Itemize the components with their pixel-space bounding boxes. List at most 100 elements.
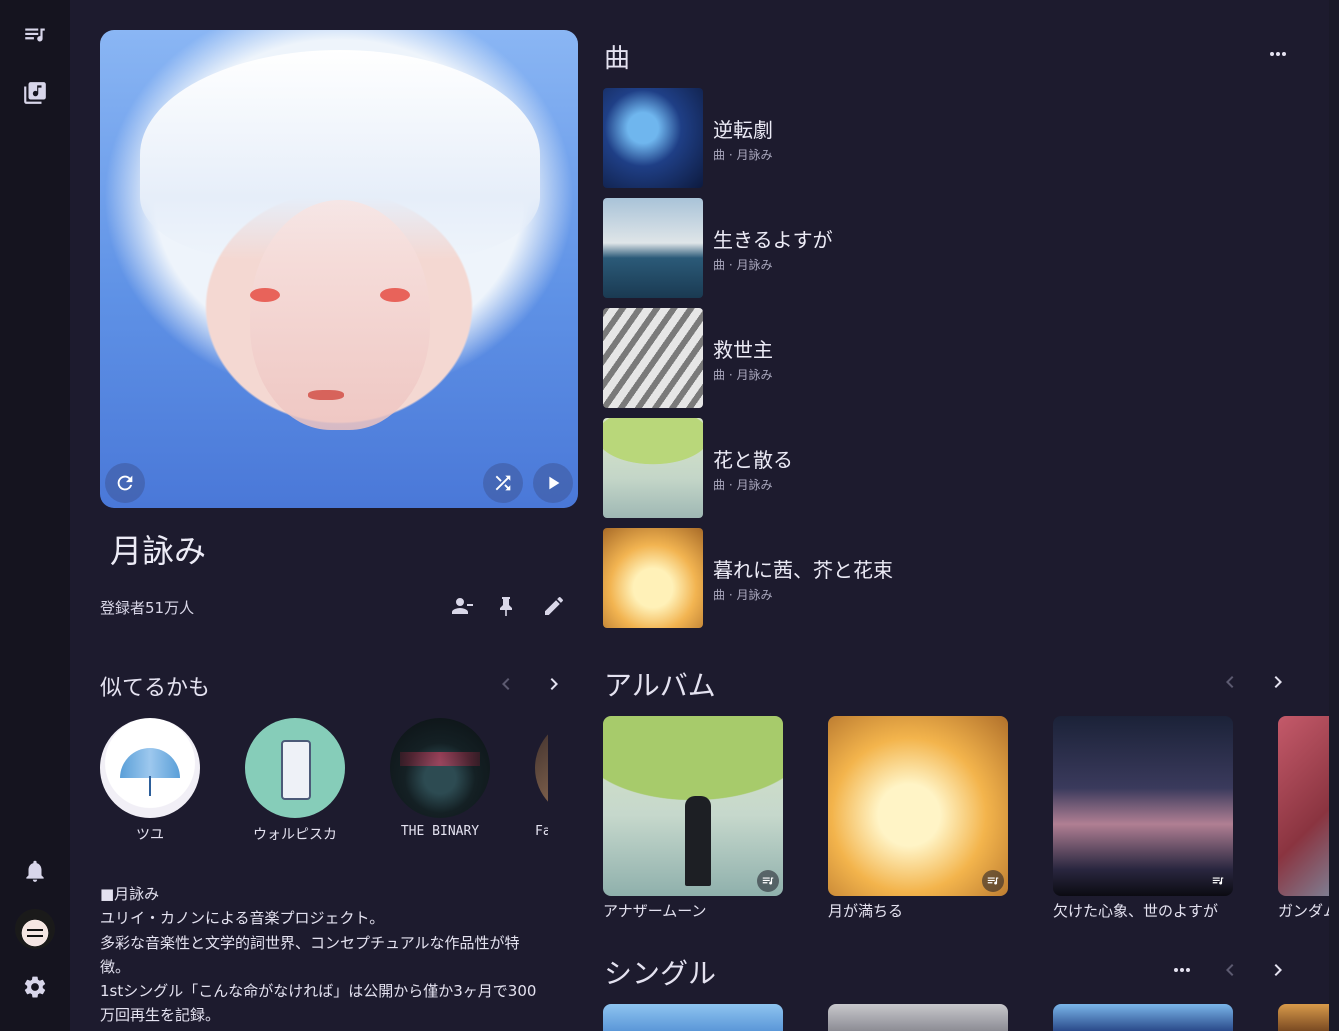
- edit-icon: [545, 596, 564, 615]
- similar-artist-item[interactable]: THE BINARY: [390, 718, 490, 839]
- artwork-mouth: [308, 390, 344, 400]
- similar-artist-avatar: [390, 718, 490, 818]
- umbrella-icon: [120, 748, 180, 778]
- singles-next-button[interactable]: [1266, 958, 1290, 982]
- singles-prev-button[interactable]: [1218, 958, 1242, 982]
- songs-more-button[interactable]: [1266, 42, 1290, 66]
- milk-carton-icon: [281, 740, 311, 800]
- description-line: 1stシングル「こんな命がなければ」は公開から僅か3ヶ月で300: [100, 982, 537, 1001]
- avatar[interactable]: [15, 909, 55, 949]
- song-row[interactable]: 逆転劇 曲 · 月詠み: [603, 88, 1263, 188]
- album-title: 月が満ちる: [828, 902, 904, 920]
- album-card[interactable]: 欠けた心象、世のよすが: [1053, 716, 1233, 921]
- artwork-eye-right: [380, 288, 410, 302]
- similar-artist-avatar: [245, 718, 345, 818]
- songs-title: 曲: [604, 44, 631, 74]
- song-title: 逆転劇: [713, 118, 773, 142]
- chevron-left-icon: [1226, 676, 1234, 688]
- artist-artwork: [100, 30, 578, 508]
- artist-page: 月詠み 登録者51万人 似てるかも ツユ ウォルピスカ THE BINARY F…: [70, 0, 1339, 1031]
- refresh-icon: [117, 475, 133, 491]
- description-line: 徴。: [100, 957, 131, 976]
- album-art: [1278, 716, 1332, 896]
- edit-button[interactable]: [542, 594, 566, 618]
- song-subtitle: 曲 · 月詠み: [713, 258, 773, 272]
- more-horiz-icon: [1270, 52, 1286, 56]
- similar-artist-item[interactable]: ウォルピスカ: [245, 718, 345, 844]
- pin-button[interactable]: [494, 594, 518, 618]
- album-title: ガンダム: [1278, 902, 1332, 920]
- queue-music-icon: [762, 877, 774, 885]
- album-card[interactable]: アナザームーン: [603, 716, 783, 921]
- description-line: 多彩な音楽性と文学的詞世界、コンセプチュアルな作品性が特: [100, 933, 520, 952]
- umbrella-handle: [149, 776, 151, 796]
- album-title: アナザームーン: [603, 902, 707, 920]
- pin-icon: [500, 597, 512, 616]
- album-card[interactable]: ガンダム: [1278, 716, 1332, 921]
- similar-artist-name: Fanta: [535, 824, 548, 839]
- chevron-left-icon: [1226, 964, 1234, 976]
- artist-name: 月詠み: [110, 532, 207, 570]
- queue-music-icon[interactable]: [22, 22, 48, 48]
- song-subtitle: 曲 · 月詠み: [713, 478, 773, 492]
- albums-next-button[interactable]: [1266, 670, 1290, 694]
- similar-artist-avatar: [535, 718, 548, 818]
- singles-title: シングル: [604, 957, 717, 990]
- unsubscribe-button[interactable]: [450, 594, 474, 618]
- subscriber-count: 登録者51万人: [100, 599, 195, 617]
- description-line: ユリイ・カノンによる音楽プロジェクト。: [100, 909, 385, 928]
- album-card[interactable]: 月が満ちる: [828, 716, 1008, 921]
- song-thumbnail: [603, 198, 703, 298]
- similar-prev-button[interactable]: [494, 672, 518, 696]
- queue-music-icon: [1212, 877, 1224, 885]
- similar-next-button[interactable]: [542, 672, 566, 696]
- figure-silhouette: [685, 796, 711, 886]
- playlist-badge: [982, 870, 1004, 892]
- song-title: 生きるよすが: [713, 228, 833, 252]
- queue-music-icon: [987, 877, 999, 885]
- shuffle-icon: [495, 475, 511, 491]
- similar-artist-item[interactable]: ツユ: [100, 718, 200, 844]
- album-art: [603, 716, 783, 896]
- settings-icon[interactable]: [22, 974, 48, 1000]
- bell-icon[interactable]: [22, 858, 48, 884]
- song-row[interactable]: 救世主 曲 · 月詠み: [603, 308, 1263, 408]
- song-title: 救世主: [713, 338, 773, 362]
- playlist-badge: [1207, 870, 1229, 892]
- library-music-icon[interactable]: [22, 80, 48, 106]
- shuffle-button[interactable]: [483, 463, 523, 503]
- singles-more-button[interactable]: [1170, 958, 1194, 982]
- similar-artist-name: ツユ: [136, 827, 164, 843]
- song-row[interactable]: 暮れに茜、芥と花束 曲 · 月詠み: [603, 528, 1263, 628]
- chevron-left-icon: [502, 678, 510, 690]
- song-row[interactable]: 生きるよすが 曲 · 月詠み: [603, 198, 1263, 298]
- single-art[interactable]: [1278, 1004, 1332, 1031]
- single-art[interactable]: [603, 1004, 783, 1031]
- nav-rail: [0, 0, 70, 1031]
- chevron-right-icon: [1274, 964, 1282, 976]
- scrollbar[interactable]: [1329, 0, 1339, 1031]
- song-thumbnail: [603, 88, 703, 188]
- neon-sign: [400, 752, 480, 766]
- song-subtitle: 曲 · 月詠み: [713, 148, 773, 162]
- description-line: ■月詠み: [100, 885, 160, 903]
- albums-prev-button[interactable]: [1218, 670, 1242, 694]
- album-art: [1053, 716, 1233, 896]
- description-line: 万回再生を記録。: [100, 1006, 221, 1025]
- artist-description: ■月詠み ユリイ・カノンによる音楽プロジェクト。 多彩な音楽性と文学的詞世界、コ…: [100, 882, 578, 1031]
- chevron-right-icon: [550, 678, 558, 690]
- chevron-right-icon: [1274, 676, 1282, 688]
- song-thumbnail: [603, 418, 703, 518]
- single-art[interactable]: [828, 1004, 1008, 1031]
- song-title: 花と散る: [713, 448, 793, 472]
- similar-artist-item[interactable]: Fanta: [535, 718, 548, 839]
- play-button[interactable]: [533, 463, 573, 503]
- similar-artist-name: THE BINARY: [400, 824, 480, 839]
- song-row[interactable]: 花と散る 曲 · 月詠み: [603, 418, 1263, 518]
- artwork-eye-left: [250, 288, 280, 302]
- similar-title: 似てるかも: [100, 676, 211, 701]
- album-art: [828, 716, 1008, 896]
- radio-button[interactable]: [105, 463, 145, 503]
- single-art[interactable]: [1053, 1004, 1233, 1031]
- similar-artists: ツユ ウォルピスカ THE BINARY Fanta: [100, 718, 548, 848]
